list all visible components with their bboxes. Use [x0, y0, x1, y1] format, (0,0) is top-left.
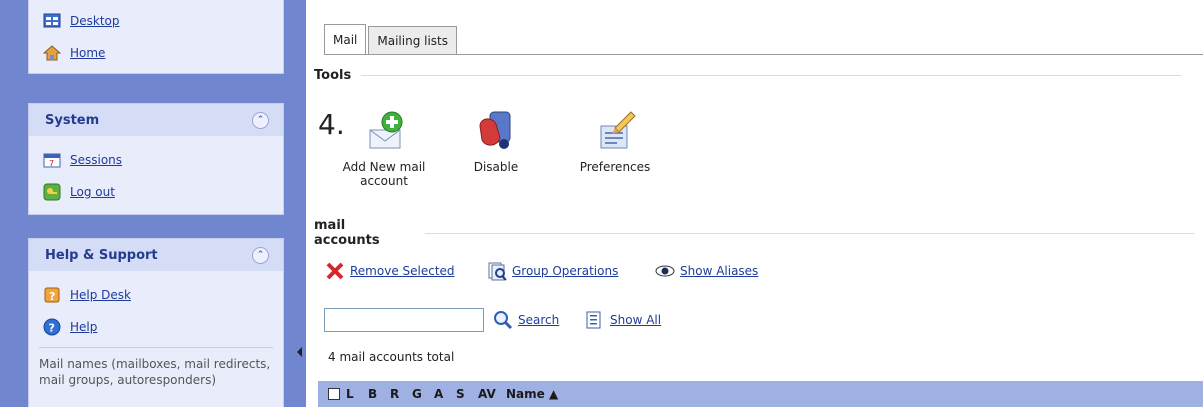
- tab-mail[interactable]: Mail: [324, 24, 367, 54]
- panel-title: Help & Support: [45, 247, 158, 263]
- section-title-text: Tools: [314, 68, 352, 83]
- sidebar-item-help[interactable]: ? Help: [29, 311, 283, 343]
- search-input[interactable]: [324, 308, 484, 332]
- tool-label: Add New mail account: [342, 160, 426, 188]
- system-panel: System ⌃ 7 Sessions Log out: [28, 103, 284, 215]
- svg-text:?: ?: [49, 322, 55, 335]
- sidebar-item-label[interactable]: Help Desk: [70, 288, 131, 302]
- eye-icon: [654, 261, 676, 281]
- column-header-g[interactable]: G: [412, 387, 434, 401]
- column-header-a[interactable]: A: [434, 387, 456, 401]
- section-title-text: mail accounts: [314, 218, 380, 248]
- table-header: L B R G A S AV Name ▲: [318, 381, 1203, 407]
- collapse-icon[interactable]: ⌃: [252, 246, 269, 264]
- accounts-total: 4 mail accounts total: [328, 350, 455, 364]
- sidebar-item-logout[interactable]: Log out: [29, 176, 283, 208]
- tab-mailing-lists[interactable]: Mailing lists: [368, 26, 457, 54]
- svg-text:7: 7: [49, 159, 54, 168]
- search-icon: [492, 310, 514, 330]
- column-header-b[interactable]: B: [368, 387, 390, 401]
- help-icon: ?: [43, 318, 61, 336]
- sidebar-item-sessions[interactable]: 7 Sessions: [29, 144, 283, 176]
- svg-text:?: ?: [49, 290, 55, 303]
- sidebar-collapse-arrow-icon[interactable]: [297, 347, 302, 357]
- tab-divider: [324, 54, 1203, 55]
- preferences-button[interactable]: Preferences: [570, 108, 660, 174]
- sidebar-item-label[interactable]: Desktop: [70, 14, 120, 28]
- show-all-icon: [584, 310, 606, 330]
- sidebar-item-home[interactable]: Home: [29, 37, 283, 69]
- panel-header[interactable]: System ⌃: [29, 104, 283, 136]
- search-link[interactable]: Search: [518, 313, 559, 327]
- group-operations-icon: [486, 261, 508, 281]
- add-new-mail-account-button[interactable]: Add New mail account: [334, 108, 434, 188]
- show-aliases-button[interactable]: Show Aliases: [654, 261, 758, 281]
- panel-description: Mail names (mailboxes, mail redirects, m…: [39, 347, 273, 388]
- sessions-icon: 7: [43, 151, 61, 169]
- disable-icon: [474, 108, 518, 152]
- mail-accounts-section-title: mail accounts: [314, 218, 1194, 248]
- logout-icon: [43, 183, 61, 201]
- home-icon: [42, 44, 62, 62]
- section-divider: [361, 75, 1182, 76]
- column-header-av[interactable]: AV: [478, 387, 506, 401]
- select-all-checkbox[interactable]: [328, 388, 340, 400]
- panel-title: System: [45, 112, 100, 128]
- column-header-s[interactable]: S: [456, 387, 478, 401]
- help-support-panel: Help & Support ⌃ ? Help Desk ? Help Mail…: [28, 238, 284, 407]
- show-all-link[interactable]: Show All: [610, 313, 661, 327]
- column-header-l[interactable]: L: [346, 387, 368, 401]
- group-operations-button[interactable]: Group Operations: [486, 261, 618, 281]
- tab-bar: Mail Mailing lists: [324, 24, 459, 54]
- sidebar-item-help-desk[interactable]: ? Help Desk: [29, 279, 283, 311]
- main-content: Mail Mailing lists Tools 4. Add New mail…: [306, 0, 1203, 407]
- column-header-r[interactable]: R: [390, 387, 412, 401]
- column-header-name[interactable]: Name ▲: [506, 387, 558, 401]
- desktop-icon: [43, 12, 61, 30]
- nav-panel: Desktop Home: [28, 0, 284, 74]
- sidebar-item-label[interactable]: Sessions: [70, 153, 122, 167]
- sidebar: Desktop Home System ⌃ 7 Sessions Log out: [0, 0, 306, 407]
- sidebar-item-label[interactable]: Log out: [70, 185, 115, 199]
- show-all-button[interactable]: Show All: [584, 310, 661, 330]
- preferences-icon: [593, 108, 637, 152]
- group-operations-link[interactable]: Group Operations: [512, 264, 618, 278]
- tool-label: Preferences: [579, 160, 651, 174]
- sidebar-item-label[interactable]: Home: [70, 46, 105, 60]
- remove-selected-link[interactable]: Remove Selected: [350, 264, 455, 278]
- section-divider: [425, 232, 1194, 234]
- show-aliases-link[interactable]: Show Aliases: [680, 264, 758, 278]
- disable-button[interactable]: Disable: [464, 108, 528, 174]
- sidebar-item-label[interactable]: Help: [70, 320, 97, 334]
- tools-section-title: Tools: [314, 68, 1194, 83]
- collapse-icon[interactable]: ⌃: [252, 111, 269, 129]
- search-button[interactable]: Search: [492, 310, 559, 330]
- add-mail-icon: [362, 108, 406, 152]
- remove-selected-button[interactable]: Remove Selected: [324, 261, 455, 281]
- remove-icon: [324, 261, 346, 281]
- sidebar-item-desktop[interactable]: Desktop: [29, 5, 283, 37]
- tool-label: Disable: [473, 160, 519, 174]
- panel-header[interactable]: Help & Support ⌃: [29, 239, 283, 271]
- help-desk-icon: ?: [43, 286, 61, 304]
